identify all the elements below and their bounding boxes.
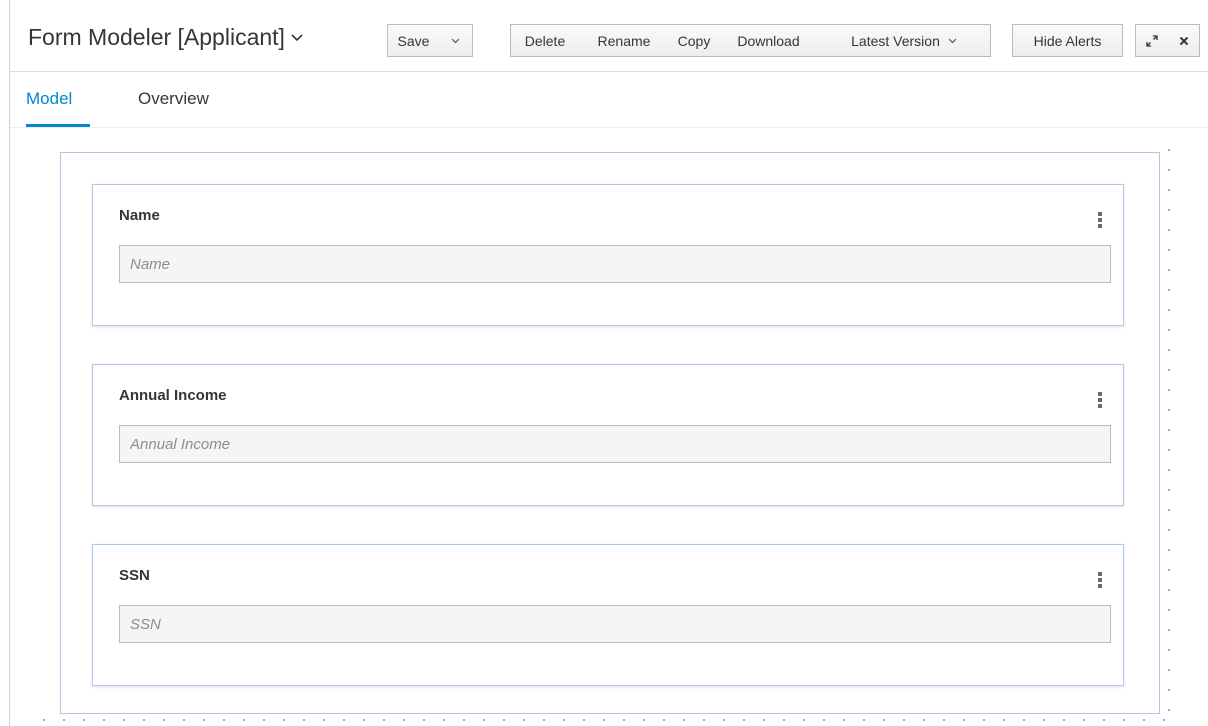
editor-title-text: Form Modeler [Applicant] [28, 24, 285, 50]
editor-tabs: Model Overview [10, 72, 1208, 128]
expand-icon [1146, 34, 1158, 47]
close-button[interactable] [1168, 24, 1200, 57]
save-dropdown-button[interactable] [439, 24, 473, 57]
chevron-down-icon [451, 38, 460, 44]
form-field-name[interactable]: Name [92, 184, 1124, 326]
hide-alerts-button[interactable]: Hide Alerts [1012, 24, 1123, 57]
latest-version-button[interactable]: Latest Version [818, 24, 991, 57]
name-field[interactable] [119, 245, 1111, 283]
maximize-button[interactable] [1135, 24, 1169, 57]
field-label: Name [119, 207, 160, 224]
form-field-annual-income[interactable]: Annual Income [92, 364, 1124, 506]
copy-button[interactable]: Copy [669, 24, 720, 57]
tab-model[interactable]: Model [26, 89, 72, 109]
grid-dots-vertical [1168, 140, 1170, 726]
annual-income-field[interactable] [119, 425, 1111, 463]
editor-title[interactable]: Form Modeler [Applicant] [28, 24, 303, 51]
field-label: Annual Income [119, 387, 227, 404]
tab-overview[interactable]: Overview [138, 89, 209, 109]
kebab-menu-icon[interactable] [1097, 211, 1103, 229]
ssn-field[interactable] [119, 605, 1111, 643]
grid-dots-horizontal [34, 719, 1174, 721]
field-label: SSN [119, 567, 150, 584]
kebab-menu-icon[interactable] [1097, 391, 1103, 409]
form-field-ssn[interactable]: SSN [92, 544, 1124, 686]
download-button[interactable]: Download [719, 24, 819, 57]
kebab-menu-icon[interactable] [1097, 571, 1103, 589]
chevron-down-icon [948, 38, 957, 44]
close-icon [1179, 36, 1189, 46]
active-tab-indicator [26, 124, 90, 127]
rename-button[interactable]: Rename [579, 24, 670, 57]
delete-button[interactable]: Delete [510, 24, 580, 57]
latest-version-label: Latest Version [851, 32, 940, 49]
chevron-down-icon[interactable] [291, 29, 303, 45]
save-button[interactable]: Save [387, 24, 440, 57]
editor-header: Form Modeler [Applicant] Save Delete Ren… [10, 0, 1208, 72]
